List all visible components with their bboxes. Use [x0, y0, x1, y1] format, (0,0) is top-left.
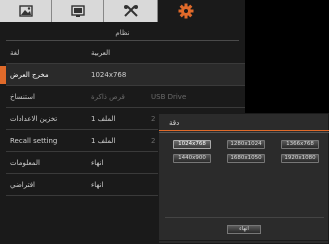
row-language[interactable]: لغة العربية — [6, 42, 245, 64]
resolution-option-1280x1024[interactable]: 1280x1024 — [227, 140, 265, 149]
menu-tab-bar — [0, 0, 245, 22]
row-value: 1024x768 — [91, 71, 127, 79]
row-label: افتراضي — [10, 181, 35, 189]
row-display-output[interactable]: مخرج العرض 1024x768 — [0, 64, 245, 86]
screen: نظام لغة العربية مخرج العرض 1024x768 است… — [0, 0, 329, 244]
row-value: قرص ذاكرة — [91, 93, 125, 101]
resolution-option-1024x768[interactable]: 1024x768 — [173, 140, 211, 149]
dialog-bottom-edge — [159, 240, 329, 241]
row-label: مخرج العرض — [10, 71, 49, 79]
picture-icon — [18, 5, 33, 17]
resolution-dialog: دقة 1024x768 1280x1024 1366x768 1440x900… — [158, 113, 329, 244]
row-label: استنساخ — [10, 93, 35, 101]
resolution-option-1920x1080[interactable]: 1920x1080 — [281, 154, 319, 163]
tab-tools[interactable] — [104, 0, 158, 22]
tools-icon — [123, 5, 138, 17]
row-clone[interactable]: استنساخ قرص ذاكرة USB Drive — [6, 86, 245, 108]
divider — [6, 40, 239, 41]
tab-picture[interactable] — [0, 0, 52, 22]
resolution-option-1440x900[interactable]: 1440x900 — [173, 154, 211, 163]
exit-button[interactable]: انهاء — [227, 225, 261, 234]
resolution-option-1680x1050[interactable]: 1680x1050 — [227, 154, 265, 163]
row-value: انهاء — [91, 159, 104, 167]
background — [245, 0, 329, 113]
dialog-divider — [159, 132, 329, 133]
resolution-option-1366x768[interactable]: 1366x768 — [281, 140, 319, 149]
gear-icon — [178, 3, 194, 19]
dialog-accent-line — [159, 130, 329, 131]
display-settings-icon — [70, 4, 85, 17]
dialog-title: دقة — [169, 119, 180, 127]
row-label: لغة — [10, 49, 20, 57]
tab-system[interactable] — [158, 0, 245, 22]
row-value: الملف 1 — [91, 137, 116, 145]
row-value: الملف 1 — [91, 115, 116, 123]
dialog-footer-divider — [165, 217, 324, 218]
row-value-alt: USB Drive — [151, 93, 187, 101]
row-label: Recall setting — [10, 137, 58, 145]
row-label: تخزين الاعدادات — [10, 115, 58, 123]
row-value: العربية — [91, 49, 111, 57]
row-label: المعلومات — [10, 159, 40, 167]
menu-title: نظام — [115, 29, 130, 37]
tab-display[interactable] — [52, 0, 104, 22]
row-value: انهاء — [91, 181, 104, 189]
